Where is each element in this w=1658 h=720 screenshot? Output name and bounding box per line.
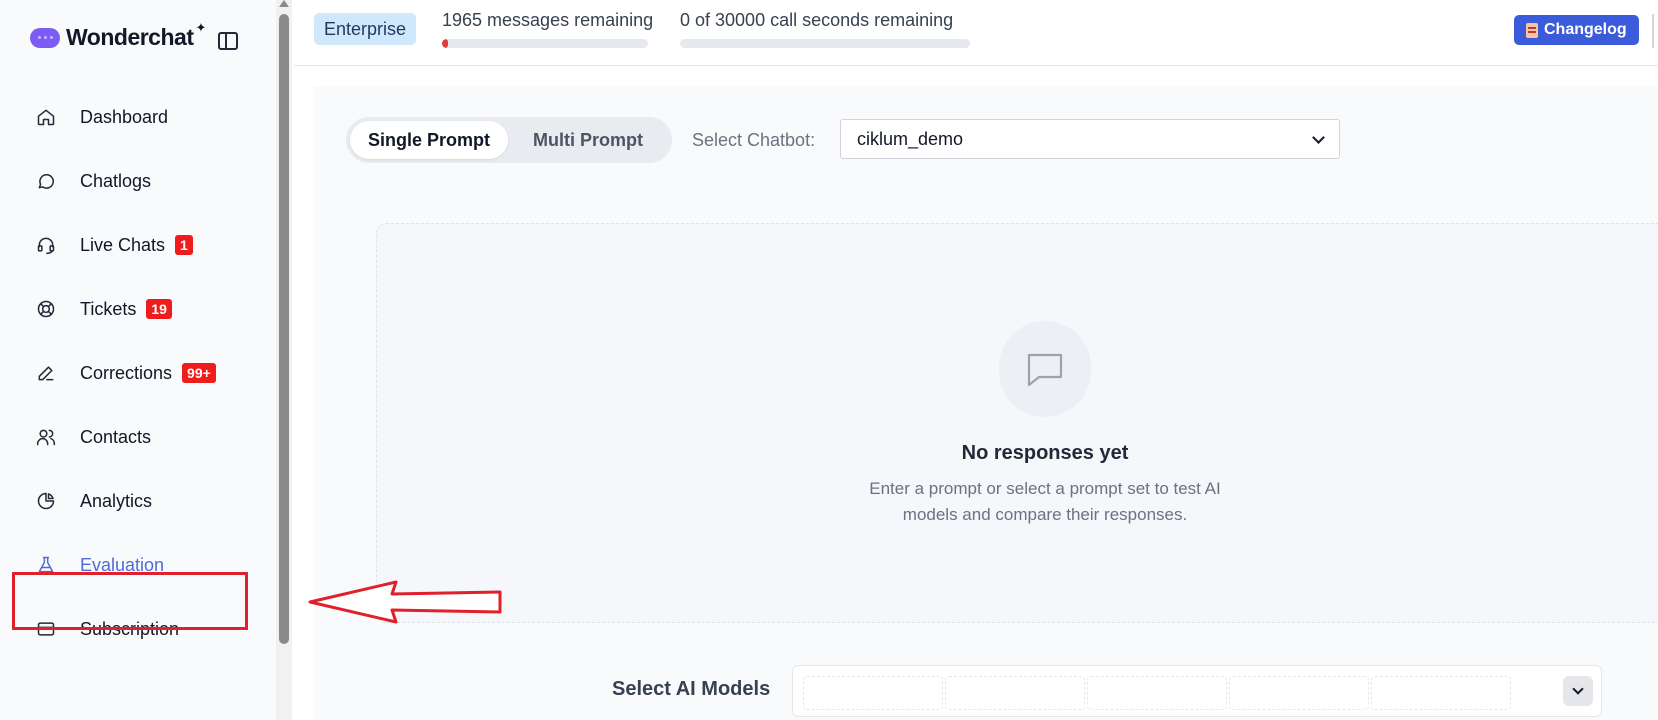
plan-badge: Enterprise (314, 13, 417, 45)
ai-models-selector[interactable] (792, 665, 1602, 717)
evaluation-panel: Single Prompt Multi Prompt Select Chatbo… (314, 86, 1658, 720)
corrections-count-badge: 99+ (182, 363, 216, 383)
messages-progress-bar (442, 39, 648, 48)
sidebar-item-label: Tickets (80, 298, 137, 319)
chevron-down-icon (1312, 130, 1325, 144)
wonderchat-logo-icon (30, 27, 60, 48)
model-slot[interactable] (803, 676, 943, 710)
chatbot-select[interactable]: ciklum_demo (840, 119, 1340, 159)
expand-models-button[interactable] (1563, 676, 1593, 706)
sidebar-item-label: Dashboard (80, 106, 169, 127)
call-seconds-usage: 0 of 30000 call seconds remaining (680, 10, 970, 48)
sidebar-item-live-chats[interactable]: Live Chats 1 (14, 219, 246, 271)
model-slot[interactable] (1371, 676, 1511, 710)
scroll-up-arrow-icon[interactable] (279, 0, 289, 7)
sidebar-item-label: Live Chats (80, 234, 166, 255)
home-icon (36, 107, 56, 127)
sidebar-item-label: Chatlogs (80, 170, 152, 191)
sidebar-item-label: Corrections (80, 362, 173, 383)
chatbot-selected-value: ciklum_demo (857, 128, 964, 149)
annotation-highlight-box (12, 572, 248, 630)
tab-multi-prompt[interactable]: Multi Prompt (508, 121, 668, 159)
sidebar-item-corrections[interactable]: Corrections 99+ (14, 347, 246, 399)
changelog-label: Changelog (1544, 21, 1627, 38)
empty-state-title: No responses yet (961, 442, 1129, 464)
chevron-down-icon (1572, 683, 1584, 695)
document-icon (1526, 22, 1538, 38)
model-slot[interactable] (945, 676, 1085, 710)
sidebar-item-tickets[interactable]: Tickets 19 (14, 283, 246, 335)
empty-state-icon (999, 321, 1091, 417)
live-chats-count-badge: 1 (175, 235, 193, 255)
messages-remaining-text: 1965 messages remaining (442, 10, 654, 30)
pen-icon (36, 363, 56, 383)
logo[interactable]: Wonderchat ✦ (30, 20, 210, 51)
sidebar-item-chatlogs[interactable]: Chatlogs (14, 155, 246, 207)
top-bar: Enterprise 1965 messages remaining 0 of … (294, 0, 1658, 66)
responses-area (376, 223, 1658, 623)
select-ai-models-label: Select AI Models (612, 678, 771, 700)
annotation-arrow-icon (308, 580, 502, 624)
app-name: Wonderchat (66, 24, 194, 50)
sidebar: Wonderchat ✦ Dashboard Chatlogs Live Cha… (0, 0, 276, 720)
sidebar-item-label: Contacts (80, 426, 152, 447)
tab-single-prompt[interactable]: Single Prompt (350, 121, 508, 159)
topbar-divider (1652, 14, 1654, 48)
sparkle-icon: ✦ (195, 19, 207, 35)
sidebar-item-label: Analytics (80, 490, 153, 511)
changelog-button[interactable]: Changelog (1514, 15, 1639, 45)
messages-progress-fill (442, 39, 448, 48)
prompt-mode-toggle: Single Prompt Multi Prompt (346, 117, 672, 163)
call-seconds-remaining-text: 0 of 30000 call seconds remaining (680, 10, 954, 30)
sidebar-scrollbar-thumb[interactable] (279, 14, 289, 644)
sidebar-item-contacts[interactable]: Contacts (14, 411, 246, 463)
message-square-icon (1027, 353, 1063, 387)
model-slot[interactable] (1229, 676, 1369, 710)
tickets-count-badge: 19 (146, 299, 172, 319)
sidebar-collapse-icon[interactable] (218, 32, 238, 50)
chat-bubble-icon (36, 171, 56, 191)
model-slot[interactable] (1087, 676, 1227, 710)
select-chatbot-label: Select Chatbot: (692, 130, 816, 150)
sidebar-item-dashboard[interactable]: Dashboard (14, 91, 246, 143)
headset-icon (36, 235, 56, 255)
call-seconds-progress-bar (680, 39, 970, 48)
lifebuoy-icon (36, 299, 56, 319)
empty-state-description: Enter a prompt or select a prompt set to… (869, 479, 1221, 524)
users-icon (36, 427, 56, 447)
sidebar-item-analytics[interactable]: Analytics (14, 475, 246, 527)
pie-chart-icon (36, 491, 56, 511)
messages-usage: 1965 messages remaining (442, 10, 654, 48)
